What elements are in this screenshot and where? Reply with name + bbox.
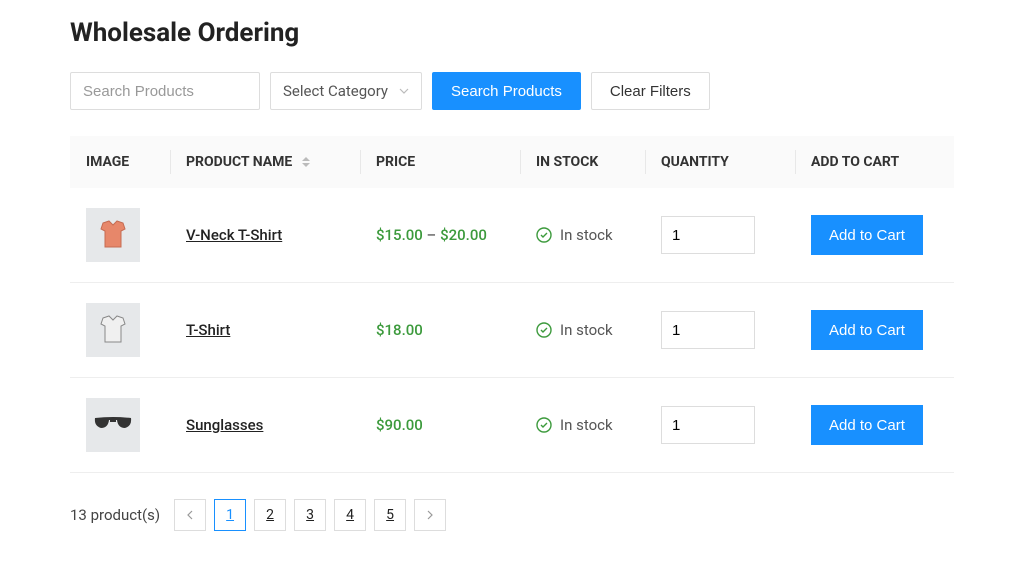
add-to-cart-button[interactable]: Add to Cart [811,215,923,255]
toolbar: Select Category Search Products Clear Fi… [70,72,954,110]
col-stock: IN STOCK [520,136,645,188]
product-count: 13 product(s) [70,506,160,524]
product-name-link[interactable]: T-Shirt [186,321,230,339]
table-row: T-Shirt $18.00 In stock Add to Cart [70,283,954,378]
chevron-left-icon [186,510,194,520]
page-5[interactable]: 5 [374,499,406,531]
check-circle-icon [536,227,552,243]
product-name-link[interactable]: V-Neck T-Shirt [186,226,282,244]
col-quantity: QUANTITY [645,136,795,188]
page-1[interactable]: 1 [214,499,246,531]
quantity-input[interactable] [661,406,755,444]
col-add-to-cart: ADD TO CART [795,136,954,188]
product-image[interactable] [86,208,140,262]
product-price: $15.00 – $20.00 [360,188,520,283]
col-product-name-label: PRODUCT NAME [186,154,292,170]
page-4[interactable]: 4 [334,499,366,531]
table-row: V-Neck T-Shirt $15.00 – $20.00 In stock Add… [70,188,954,283]
col-price: PRICE [360,136,520,188]
chevron-right-icon [426,510,434,520]
product-name-link[interactable]: Sunglasses [186,416,263,434]
product-image[interactable] [86,398,140,452]
search-button[interactable]: Search Products [432,72,581,110]
page-next[interactable] [414,499,446,531]
product-price: $18.00 [360,283,520,378]
stock-status: In stock [536,321,629,339]
category-select-label: Select Category [283,82,388,100]
add-to-cart-button[interactable]: Add to Cart [811,310,923,350]
col-product-name[interactable]: PRODUCT NAME [170,136,360,188]
product-image[interactable] [86,303,140,357]
category-select[interactable]: Select Category [270,72,422,110]
page-3[interactable]: 3 [294,499,326,531]
product-price: $90.00 [360,378,520,473]
check-circle-icon [536,417,552,433]
page-prev[interactable] [174,499,206,531]
quantity-input[interactable] [661,216,755,254]
pagination: 13 product(s) 12345 [70,499,954,531]
search-input[interactable] [70,72,260,110]
products-table: IMAGE PRODUCT NAME PRICE IN STOCK QUANTI… [70,136,954,473]
check-circle-icon [536,322,552,338]
clear-filters-button[interactable]: Clear Filters [591,72,710,110]
add-to-cart-button[interactable]: Add to Cart [811,405,923,445]
page-2[interactable]: 2 [254,499,286,531]
chevron-down-icon [399,82,409,100]
sort-icon [302,157,310,167]
col-image: IMAGE [70,136,170,188]
quantity-input[interactable] [661,311,755,349]
stock-status: In stock [536,226,629,244]
page-title: Wholesale Ordering [70,18,954,48]
table-row: Sunglasses $90.00 In stock Add to Cart [70,378,954,473]
stock-status: In stock [536,416,629,434]
